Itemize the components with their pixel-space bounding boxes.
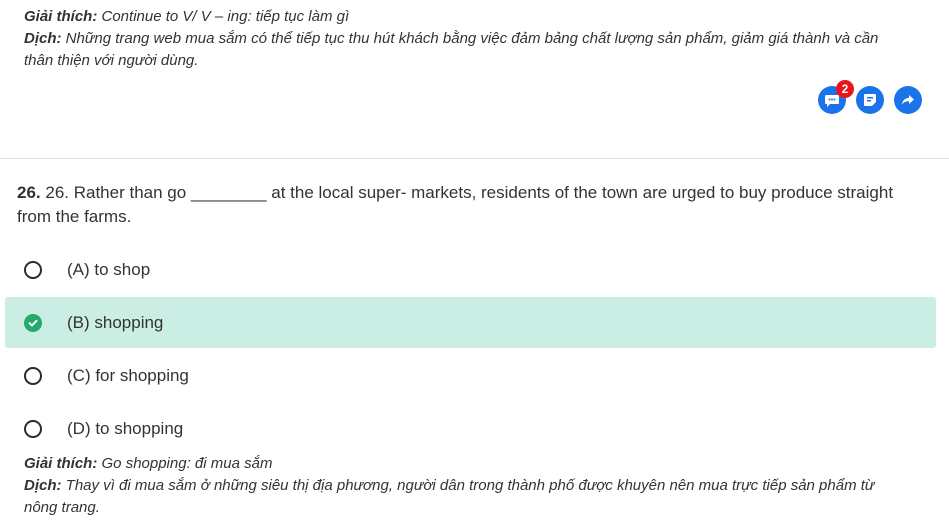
option-b[interactable]: (B) shopping: [5, 297, 936, 348]
translate-text: Thay vì đi mua sắm ở những siêu thị địa …: [61, 477, 875, 494]
option-label: (B) shopping: [67, 312, 164, 332]
option-d[interactable]: (D) to shopping: [5, 403, 936, 454]
explain-text: Continue to V/ V – ing: tiếp tục làm gì: [97, 8, 350, 25]
option-c[interactable]: (C) for shopping: [5, 350, 936, 401]
translate-line-cont: thân thiện với người dùng.: [24, 52, 199, 69]
share-button[interactable]: [894, 86, 922, 114]
explain-line: Giải thích: Go shopping: đi mua sắm: [24, 453, 929, 475]
option-label: (A) to shop: [67, 259, 151, 279]
answer-explanation: Giải thích: Go shopping: đi mua sắm Dịch…: [24, 453, 929, 519]
question-number: 26.: [17, 183, 41, 202]
explain-label: Giải thích:: [24, 8, 98, 25]
explain-line: Giải thích: Continue to V/ V – ing: tiếp…: [24, 6, 929, 28]
note-button[interactable]: [856, 86, 884, 114]
note-icon: [864, 94, 876, 106]
explain-text: Go shopping: đi mua sắm: [97, 455, 273, 472]
option-label: (C) for shopping: [67, 365, 189, 385]
radio-unchecked-icon[interactable]: [24, 260, 42, 279]
radio-unchecked-icon[interactable]: [24, 419, 42, 438]
question-text: 26. 26. Rather than go ________ at the l…: [17, 181, 917, 229]
action-buttons: 2: [818, 80, 922, 114]
translate-line-cont: nông trang.: [24, 499, 100, 516]
share-icon: [902, 95, 914, 105]
translate-line: Dịch: Thay vì đi mua sắm ở những siêu th…: [24, 475, 929, 497]
check-circle-icon[interactable]: [24, 313, 42, 332]
option-label: (D) to shopping: [67, 418, 184, 438]
radio-unchecked-icon[interactable]: [24, 366, 42, 385]
section-divider: [0, 158, 949, 159]
translate-label: Dịch:: [24, 30, 62, 47]
question-stem-cont: from the farms.: [17, 207, 132, 226]
translate-line: Dịch: Những trang web mua sắm có thể tiế…: [24, 28, 929, 50]
comment-count-badge: 2: [836, 80, 854, 98]
question-stem: 26. Rather than go ________ at the local…: [40, 183, 894, 202]
translate-label: Dịch:: [24, 477, 62, 494]
option-a[interactable]: (A) to shop: [5, 244, 936, 295]
explain-label: Giải thích:: [24, 455, 98, 472]
comment-button[interactable]: 2: [818, 80, 854, 114]
translate-text: Những trang web mua sắm có thể tiếp tục …: [61, 30, 879, 47]
previous-explanation: Giải thích: Continue to V/ V – ing: tiếp…: [24, 6, 929, 72]
